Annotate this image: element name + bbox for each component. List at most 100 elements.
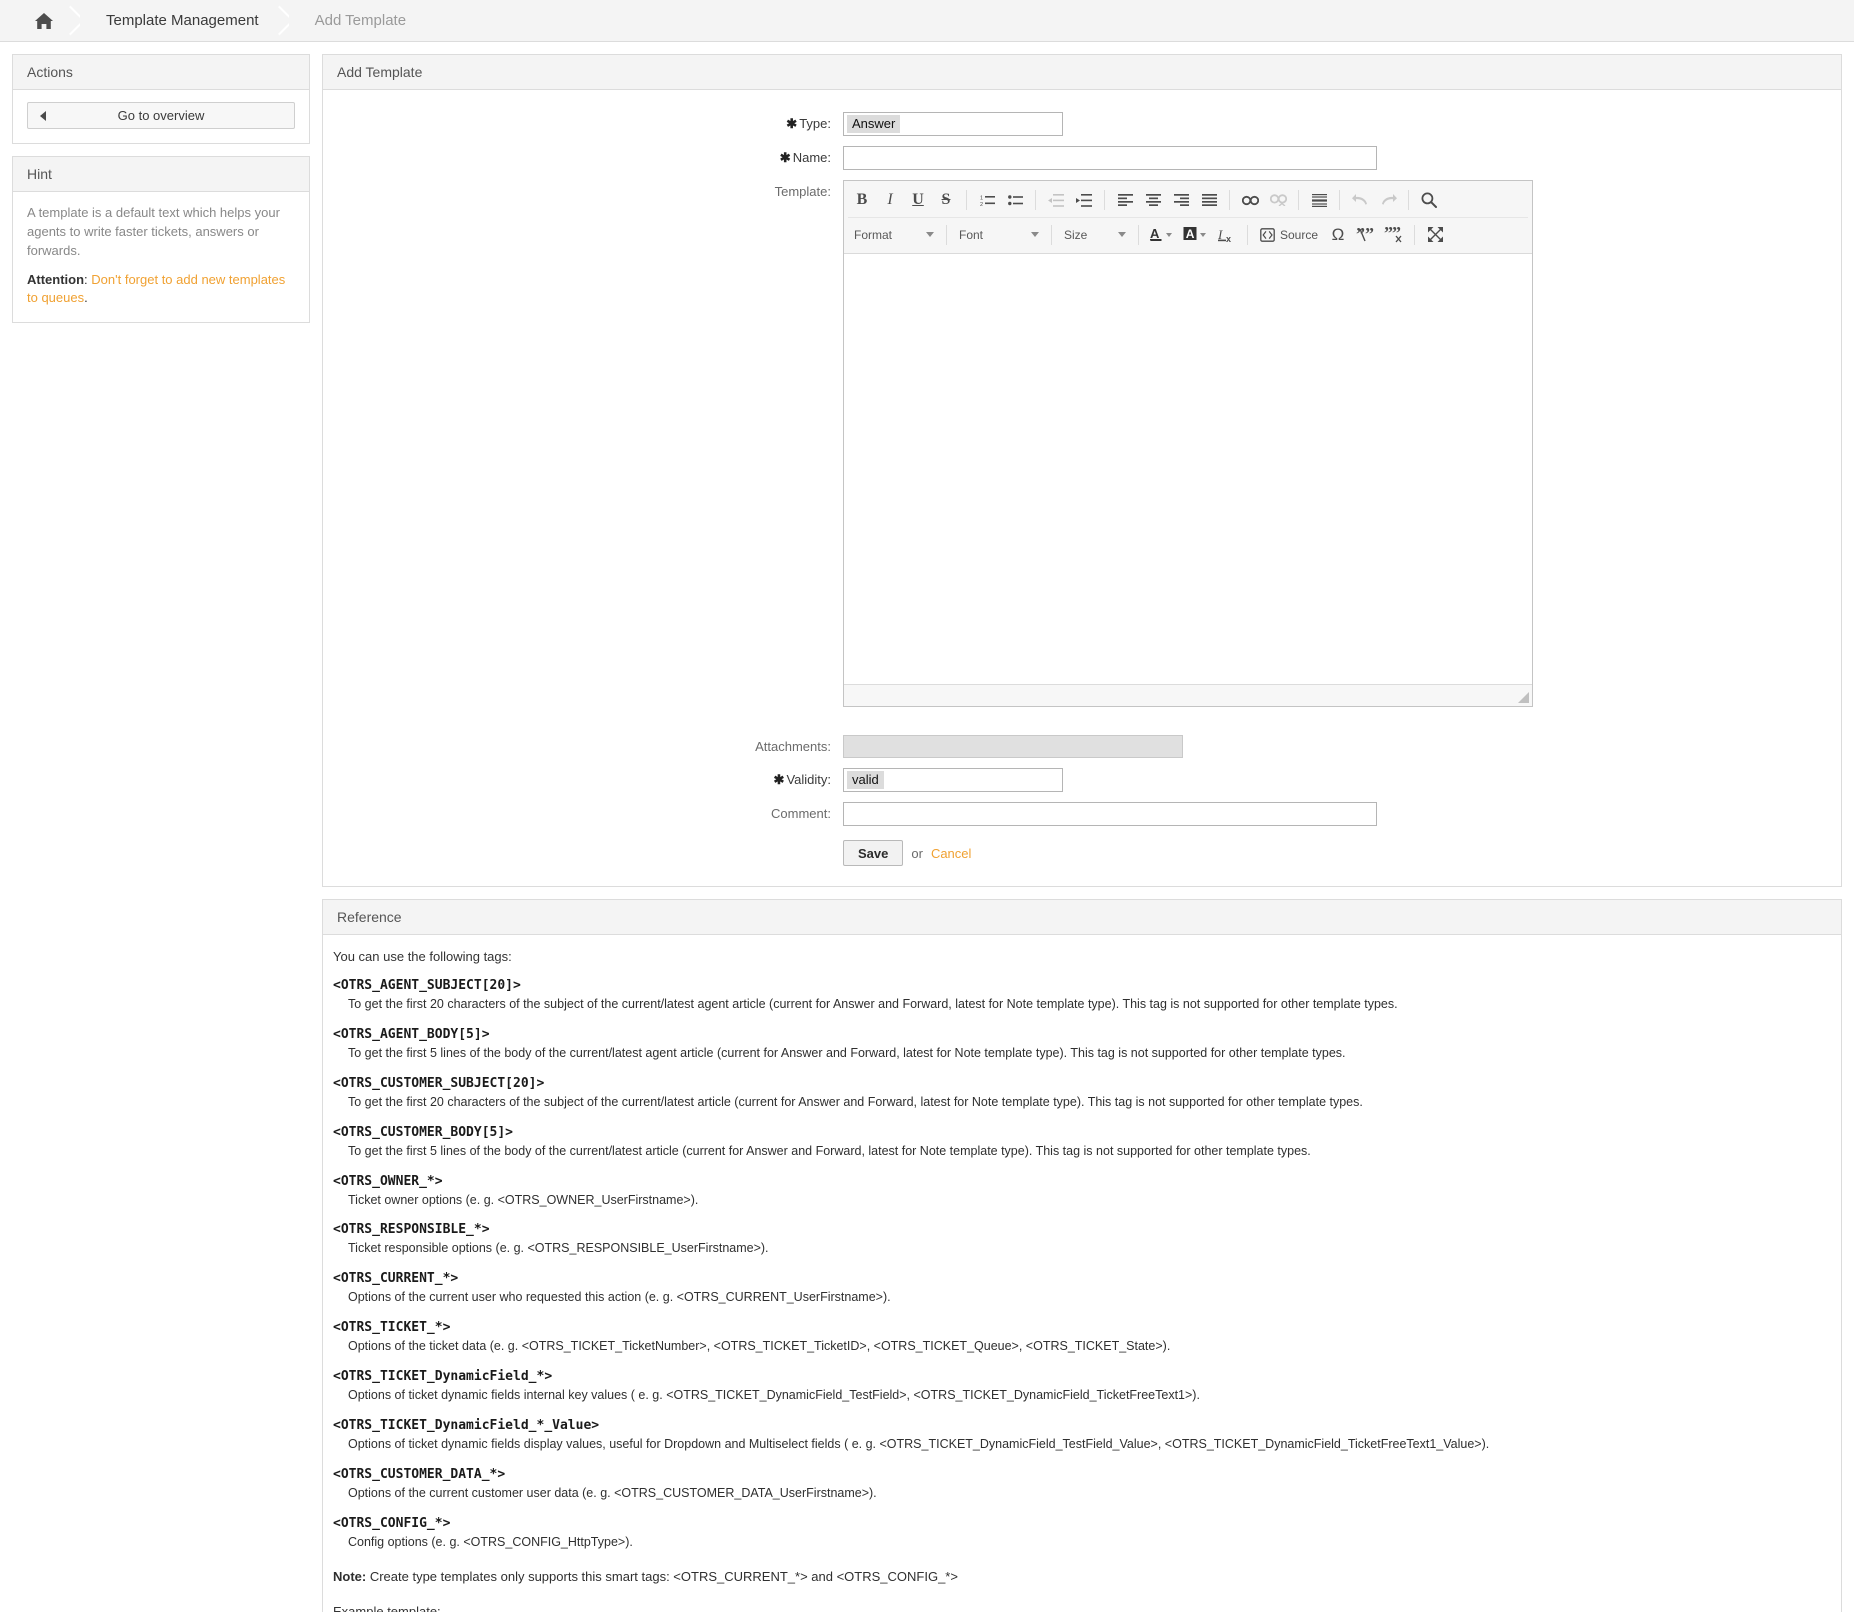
background-color-icon[interactable]: A — [1179, 222, 1213, 248]
size-dropdown-label: Size — [1064, 228, 1087, 242]
toolbar-separator — [1414, 225, 1415, 245]
find-icon[interactable] — [1415, 187, 1443, 213]
reference-tag-item: <OTRS_TICKET_*> Options of the ticket da… — [333, 1320, 1831, 1355]
toolbar-separator — [1408, 190, 1409, 210]
tag-description: Config options (e. g. <OTRS_CONFIG_HttpT… — [333, 1534, 1831, 1551]
save-button[interactable]: Save — [843, 840, 903, 866]
name-label: ✱Name: — [323, 146, 843, 166]
tag-name: <OTRS_AGENT_BODY[5]> — [333, 1027, 1831, 1042]
remove-quote-icon[interactable]: ”” — [1352, 222, 1380, 248]
svg-text:2: 2 — [980, 202, 983, 207]
tag-name: <OTRS_TICKET_DynamicField_*> — [333, 1369, 1831, 1384]
special-character-icon[interactable]: Ω — [1324, 222, 1352, 248]
breadcrumb-label: Add Template — [315, 12, 406, 29]
align-left-icon[interactable] — [1111, 187, 1139, 213]
font-dropdown[interactable]: Font — [953, 222, 1045, 248]
or-label: or — [911, 846, 923, 861]
toolbar-separator — [966, 190, 967, 210]
format-dropdown[interactable]: Format — [848, 222, 940, 248]
editor-resize-handle[interactable] — [1518, 692, 1529, 703]
type-label: ✱Type: — [323, 112, 843, 132]
cancel-link[interactable]: Cancel — [931, 846, 971, 861]
breadcrumb-home[interactable] — [8, 0, 80, 41]
decrease-indent-icon[interactable] — [1042, 187, 1070, 213]
numbered-list-icon[interactable]: 12 — [973, 187, 1001, 213]
toolbar-separator — [1229, 190, 1230, 210]
svg-text:”: ” — [1365, 227, 1374, 243]
link-icon[interactable] — [1236, 187, 1264, 213]
attachments-select[interactable] — [843, 735, 1183, 758]
comment-row: Comment: — [323, 802, 1841, 826]
underline-icon[interactable]: U — [904, 187, 932, 213]
template-row: Template: B I U S 12 — [323, 180, 1841, 707]
reference-widget: Reference You can use the following tags… — [322, 899, 1842, 1612]
breadcrumb-item-add-template[interactable]: Add Template — [289, 0, 436, 41]
reference-tag-list: <OTRS_AGENT_SUBJECT[20]> To get the firs… — [333, 978, 1831, 1551]
name-input[interactable] — [843, 146, 1377, 170]
reference-tag-item: <OTRS_CUSTOMER_DATA_*> Options of the cu… — [333, 1467, 1831, 1502]
blockquote-icon[interactable]: ”” — [1380, 222, 1408, 248]
text-color-icon[interactable]: A — [1145, 222, 1179, 248]
italic-icon[interactable]: I — [876, 187, 904, 213]
maximize-icon[interactable] — [1421, 222, 1449, 248]
unlink-icon[interactable] — [1264, 187, 1292, 213]
add-template-form: ✱Type: Answer ✱Name: Template: — [323, 90, 1841, 886]
toolbar-separator — [1138, 225, 1139, 245]
reference-tag-item: <OTRS_RESPONSIBLE_*> Ticket responsible … — [333, 1222, 1831, 1257]
toolbar-separator — [1298, 190, 1299, 210]
validity-select[interactable]: valid — [843, 768, 1063, 792]
bold-icon[interactable]: B — [848, 187, 876, 213]
actions-widget: Actions Go to overview — [12, 54, 310, 144]
tag-description: To get the first 5 lines of the body of … — [333, 1143, 1831, 1160]
go-to-overview-label: Go to overview — [28, 108, 294, 123]
toolbar-separator — [1247, 225, 1248, 245]
hint-attention: Attention: Don't forget to add new templ… — [27, 271, 295, 309]
comment-input[interactable] — [843, 802, 1377, 826]
increase-indent-icon[interactable] — [1070, 187, 1098, 213]
remove-format-icon[interactable]: Ix — [1213, 222, 1241, 248]
tag-name: <OTRS_OWNER_*> — [333, 1174, 1831, 1189]
content: Add Template ✱Type: Answer ✱Name: — [322, 54, 1842, 1612]
toolbar-separator — [1104, 190, 1105, 210]
chevron-down-icon — [1031, 232, 1039, 237]
undo-icon[interactable] — [1346, 187, 1374, 213]
horizontal-rule-icon[interactable] — [1305, 187, 1333, 213]
type-select[interactable]: Answer — [843, 112, 1063, 136]
breadcrumb-item-template-management[interactable]: Template Management — [80, 0, 289, 41]
submit-buttons: Save or Cancel — [843, 840, 971, 866]
validity-row: ✱Validity: valid — [323, 768, 1841, 792]
redo-icon[interactable] — [1374, 187, 1402, 213]
strikethrough-icon[interactable]: S — [932, 187, 960, 213]
type-selected-value: Answer — [847, 115, 900, 133]
sidebar: Actions Go to overview Hint A template i… — [12, 54, 310, 335]
reference-tag-item: <OTRS_AGENT_SUBJECT[20]> To get the firs… — [333, 978, 1831, 1013]
submit-spacer — [323, 836, 843, 840]
chevron-down-icon — [1118, 232, 1126, 237]
reference-tag-item: <OTRS_CURRENT_*> Options of the current … — [333, 1271, 1831, 1306]
tag-name: <OTRS_AGENT_SUBJECT[20]> — [333, 978, 1831, 993]
reference-body: You can use the following tags: <OTRS_AG… — [323, 935, 1841, 1612]
tag-name: <OTRS_CUSTOMER_BODY[5]> — [333, 1125, 1831, 1140]
reference-tag-item: <OTRS_CUSTOMER_BODY[5]> To get the first… — [333, 1125, 1831, 1160]
home-icon — [34, 12, 54, 30]
source-button[interactable]: Source — [1254, 222, 1324, 248]
example-template-label: Example template: — [333, 1604, 1831, 1612]
tag-description: Options of the ticket data (e. g. <OTRS_… — [333, 1338, 1831, 1355]
align-center-icon[interactable] — [1139, 187, 1167, 213]
toolbar-separator — [1339, 190, 1340, 210]
bulleted-list-icon[interactable] — [1001, 187, 1029, 213]
reference-tag-item: <OTRS_TICKET_DynamicField_*> Options of … — [333, 1369, 1831, 1404]
type-row: ✱Type: Answer — [323, 112, 1841, 136]
align-justify-icon[interactable] — [1195, 187, 1223, 213]
go-to-overview-button[interactable]: Go to overview — [27, 102, 295, 129]
template-editor-body[interactable] — [844, 254, 1532, 684]
toolbar-separator — [946, 225, 947, 245]
tag-description: Options of ticket dynamic fields display… — [333, 1436, 1831, 1453]
size-dropdown[interactable]: Size — [1058, 222, 1132, 248]
attachments-label: Attachments: — [323, 735, 843, 754]
align-right-icon[interactable] — [1167, 187, 1195, 213]
tag-description: To get the first 20 characters of the su… — [333, 996, 1831, 1013]
reference-tag-item: <OTRS_AGENT_BODY[5]> To get the first 5 … — [333, 1027, 1831, 1062]
name-row: ✱Name: — [323, 146, 1841, 170]
format-dropdown-label: Format — [854, 228, 892, 242]
